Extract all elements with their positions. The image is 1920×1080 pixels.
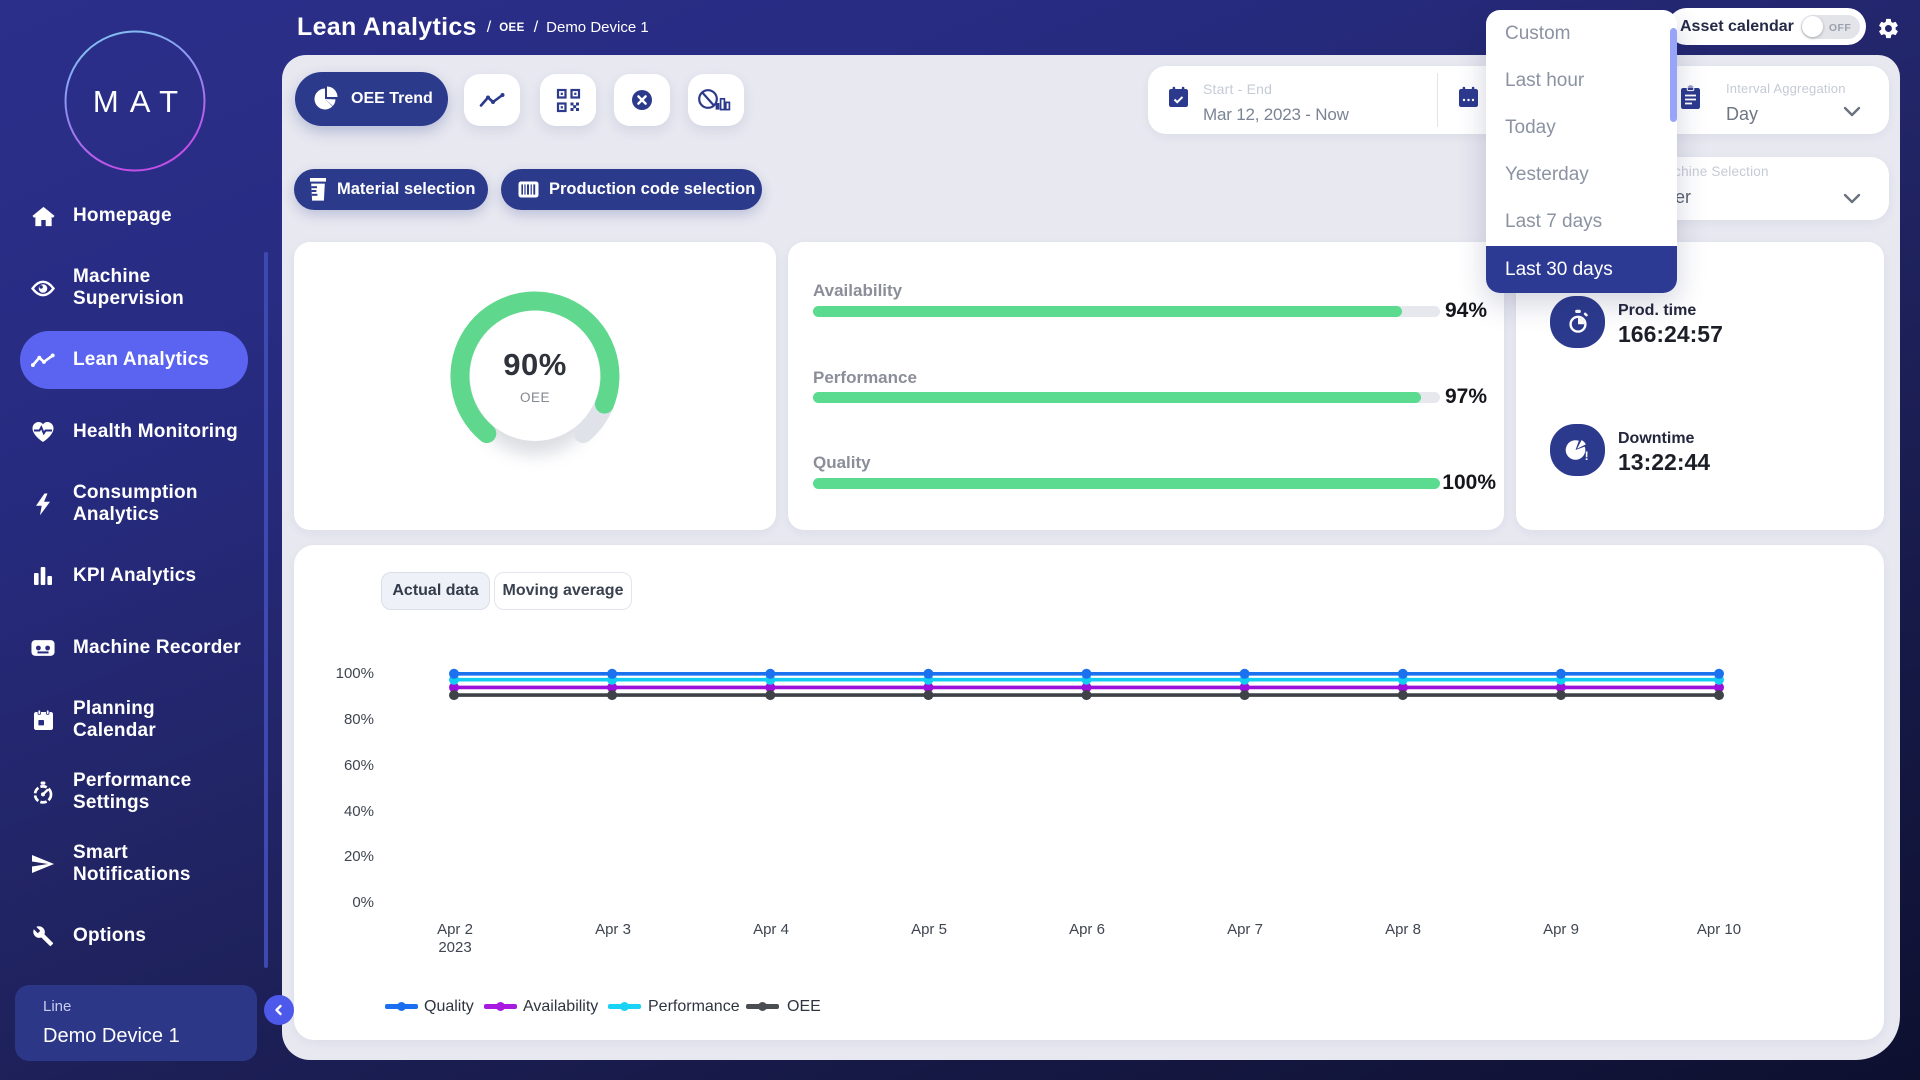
svg-text:!: ! xyxy=(1585,449,1589,463)
svg-text:MAT: MAT xyxy=(93,84,189,119)
